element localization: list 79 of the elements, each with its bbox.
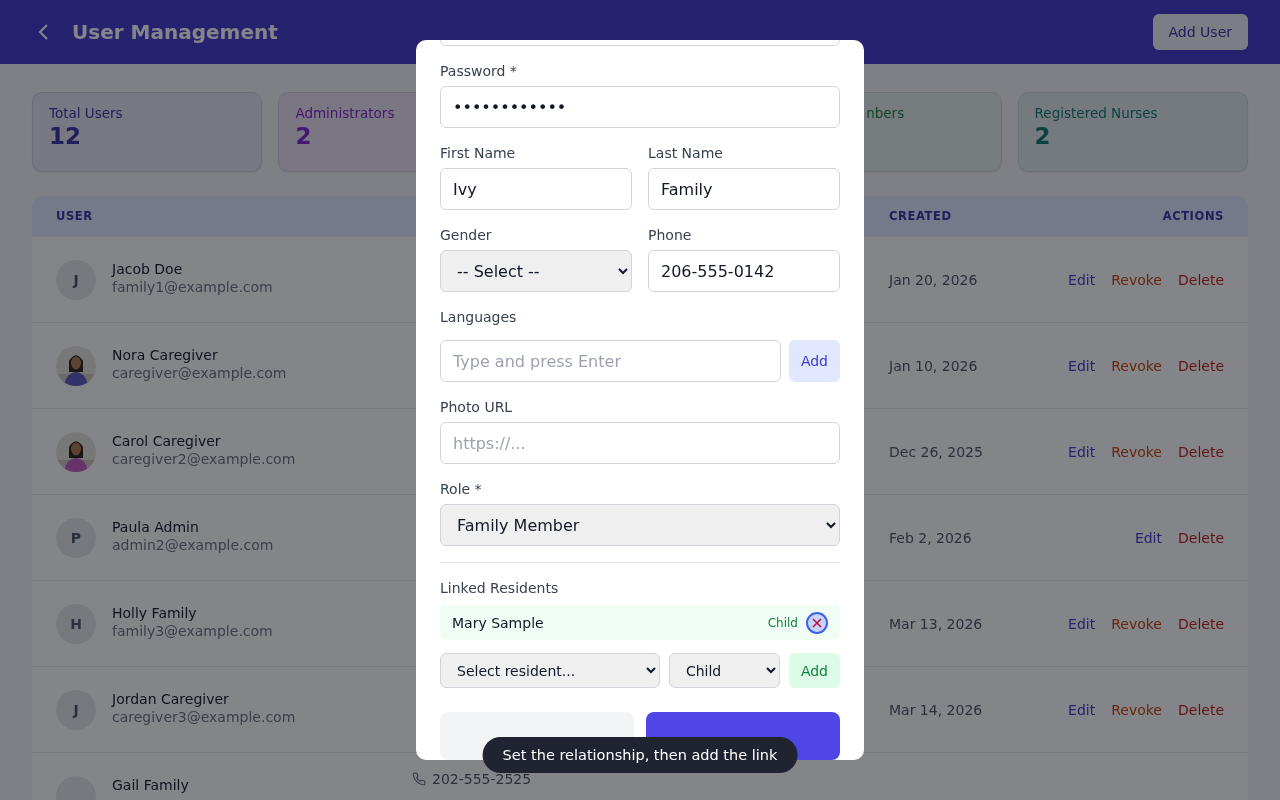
edit-link[interactable]: Edit: [1068, 271, 1096, 288]
user-name: Carol Caregiver: [112, 433, 222, 449]
field-label: First Name: [440, 144, 517, 162]
user-name: Gail Family: [112, 777, 189, 793]
user-name: Holly Family: [112, 605, 198, 621]
resident-select[interactable]: Select resident...: [440, 653, 660, 688]
user-name: Nora Caregiver: [112, 347, 219, 363]
stat-label: nbers: [865, 105, 906, 121]
close-icon: [812, 617, 822, 628]
phone-field[interactable]: 206-555-0142: [648, 250, 840, 292]
column-header: USER: [56, 209, 94, 223]
delete-link[interactable]: Delete: [1178, 615, 1224, 632]
phone-icon: [412, 772, 426, 786]
relationship-select[interactable]: Child: [668, 653, 780, 688]
delete-link[interactable]: Delete: [1178, 271, 1224, 288]
field-label: Role *: [440, 480, 483, 498]
avatar-initial: H: [56, 604, 96, 644]
languages-field[interactable]: Type and press Enter: [440, 340, 781, 382]
add-language-button[interactable]: Add: [788, 340, 840, 382]
created-date: Dec 26, 2025: [889, 443, 984, 460]
edit-link[interactable]: Edit: [1068, 357, 1096, 374]
revoke-link[interactable]: Revoke: [1111, 443, 1162, 460]
revoke-link[interactable]: Revoke: [1111, 615, 1162, 632]
user-email: caregiver2@example.com: [112, 451, 296, 467]
last-name-field[interactable]: Family: [648, 168, 840, 210]
user-name: Jordan Caregiver: [112, 691, 230, 707]
field-label: Last Name: [648, 144, 724, 162]
user-name: Jacob Doe: [112, 261, 184, 277]
revoke-link[interactable]: Revoke: [1111, 357, 1162, 374]
photo-url-field[interactable]: https://...: [440, 422, 840, 464]
revoke-link[interactable]: Revoke: [1111, 271, 1162, 288]
role-select[interactable]: Family Member: [440, 504, 840, 546]
stat-value: 2: [295, 123, 313, 149]
user-email: caregiver@example.com: [112, 365, 287, 381]
stat-label: Registered Nurses: [1034, 105, 1159, 121]
edit-link[interactable]: Edit: [1134, 529, 1162, 546]
field-label: Phone: [648, 226, 693, 244]
add-user-button[interactable]: Add User: [1152, 14, 1248, 50]
relationship-label: Child: [767, 615, 798, 630]
edit-link[interactable]: Edit: [1068, 701, 1096, 718]
user-email: family1@example.com: [112, 279, 273, 295]
remove-button[interactable]: [806, 611, 828, 634]
add-resident-button[interactable]: Add: [788, 653, 840, 688]
created-date: Feb 2, 2026: [889, 529, 973, 546]
user-email: family3@example.com: [112, 623, 273, 639]
resident-name: Mary Sample: [452, 614, 545, 631]
created-date: Mar 14, 2026: [889, 701, 984, 718]
toast-message: Set the relationship, then add the link: [482, 737, 798, 773]
page-title: User Management: [72, 20, 279, 44]
edit-link[interactable]: Edit: [1068, 615, 1096, 632]
stat-label: Total Users: [49, 105, 124, 121]
revoke-link[interactable]: Revoke: [1111, 701, 1162, 718]
delete-link[interactable]: Delete: [1178, 357, 1224, 374]
avatar-initial: J: [56, 260, 96, 300]
user-email: admin2@example.com: [112, 537, 274, 553]
created-date: Jan 20, 2026: [889, 271, 979, 288]
edit-link[interactable]: Edit: [1068, 443, 1096, 460]
delete-link[interactable]: Delete: [1178, 701, 1224, 718]
created-date: Jan 10, 2026: [889, 357, 979, 374]
delete-link[interactable]: Delete: [1178, 443, 1224, 460]
field-label: Photo URL: [440, 398, 514, 416]
user-name: Paula Admin: [112, 519, 200, 535]
avatar-initial: J: [56, 690, 96, 730]
first-name-field[interactable]: Ivy: [440, 168, 632, 210]
stat-value: 2: [1034, 123, 1052, 149]
created-date: Mar 13, 2026: [889, 615, 984, 632]
delete-link[interactable]: Delete: [1178, 529, 1224, 546]
gender-select[interactable]: -- Select --: [440, 250, 632, 292]
user-email: caregiver3@example.com: [112, 709, 296, 725]
phone-number: 202-555-2525: [432, 771, 532, 787]
field-label: Password *: [440, 62, 518, 80]
column-header: ACTIONS: [1162, 209, 1224, 223]
field-label: Gender: [440, 226, 493, 244]
field-label: Languages: [440, 308, 518, 326]
stat-value: 12: [49, 123, 82, 149]
password-field[interactable]: ••••••••••••: [440, 86, 840, 128]
avatar-initial: P: [56, 518, 96, 558]
section-label: Linked Residents: [440, 579, 560, 597]
column-header: CREATED: [889, 209, 953, 223]
